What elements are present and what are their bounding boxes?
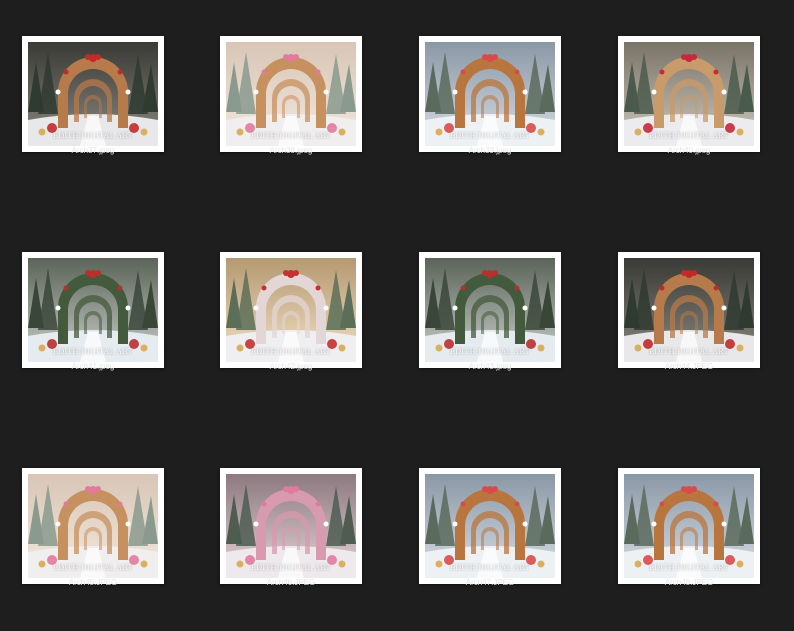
thumbnail-image: EDITH DIGITAL ART <box>425 258 555 362</box>
file-thumbnail[interactable]: EDITH DIGITAL ART <box>22 468 164 584</box>
watermark-text: EDITH DIGITAL ART <box>53 131 133 140</box>
file-item[interactable]: EDITH DIGITAL ART Arch40.jpeg <box>596 0 794 190</box>
file-thumbnail[interactable]: EDITH DIGITAL ART <box>419 468 561 584</box>
file-thumbnail[interactable]: EDITH DIGITAL ART <box>618 468 760 584</box>
file-name-label[interactable]: Arch47.JPEG <box>397 578 583 587</box>
thumbnail-image: EDITH DIGITAL ART <box>28 474 158 578</box>
file-thumbnail[interactable]: EDITH DIGITAL ART <box>220 36 362 152</box>
file-name-label[interactable]: Arch44.JPEG <box>596 362 782 371</box>
file-item[interactable]: EDITH DIGITAL ART Arch38.jpeg <box>198 0 396 190</box>
file-item[interactable]: EDITH DIGITAL ART Arch46.JPEG <box>198 432 396 622</box>
file-item[interactable]: EDITH DIGITAL ART Arch37.jpeg <box>0 0 198 190</box>
file-name-label[interactable]: Arch40.jpeg <box>596 146 782 155</box>
file-thumbnail[interactable]: EDITH DIGITAL ART <box>618 252 760 368</box>
file-name-label[interactable]: Arch45.JPEG <box>0 578 186 587</box>
file-name-label[interactable]: Arch46.JPEG <box>198 578 384 587</box>
file-name-label[interactable]: Arch48.JPEG <box>596 578 782 587</box>
file-thumbnail[interactable]: EDITH DIGITAL ART <box>220 252 362 368</box>
watermark-text: EDITH DIGITAL ART <box>53 563 133 572</box>
watermark-text: EDITH DIGITAL ART <box>53 347 133 356</box>
thumbnail-image: EDITH DIGITAL ART <box>624 258 754 362</box>
thumbnail-image: EDITH DIGITAL ART <box>226 42 356 146</box>
watermark-text: EDITH DIGITAL ART <box>450 347 530 356</box>
thumbnail-image: EDITH DIGITAL ART <box>624 42 754 146</box>
watermark-text: EDITH DIGITAL ART <box>649 131 729 140</box>
watermark-text: EDITH DIGITAL ART <box>649 347 729 356</box>
file-name-label[interactable]: Arch38.jpeg <box>198 146 384 155</box>
file-thumbnail[interactable]: EDITH DIGITAL ART <box>22 36 164 152</box>
file-name-label[interactable]: Arch39.jpeg <box>397 146 583 155</box>
file-name-label[interactable]: Arch41.jpeg <box>0 362 186 371</box>
watermark-text: EDITH DIGITAL ART <box>251 347 331 356</box>
file-item[interactable]: EDITH DIGITAL ART Arch45.JPEG <box>0 432 198 622</box>
watermark-text: EDITH DIGITAL ART <box>450 131 530 140</box>
file-item[interactable]: EDITH DIGITAL ART Arch48.JPEG <box>596 432 794 622</box>
file-item[interactable]: EDITH DIGITAL ART Arch41.jpeg <box>0 216 198 406</box>
file-grid: EDITH DIGITAL ART Arch37.jpeg EDITH DIGIT… <box>0 0 794 631</box>
file-name-label[interactable]: Arch43.jpeg <box>397 362 583 371</box>
thumbnail-image: EDITH DIGITAL ART <box>28 42 158 146</box>
file-thumbnail[interactable]: EDITH DIGITAL ART <box>419 36 561 152</box>
file-name-label[interactable]: Arch37.jpeg <box>0 146 186 155</box>
thumbnail-image: EDITH DIGITAL ART <box>226 258 356 362</box>
file-item[interactable]: EDITH DIGITAL ART Arch44.JPEG <box>596 216 794 406</box>
watermark-text: EDITH DIGITAL ART <box>251 563 331 572</box>
file-thumbnail[interactable]: EDITH DIGITAL ART <box>220 468 362 584</box>
file-thumbnail[interactable]: EDITH DIGITAL ART <box>22 252 164 368</box>
file-item[interactable]: EDITH DIGITAL ART Arch42.jpeg <box>198 216 396 406</box>
watermark-text: EDITH DIGITAL ART <box>649 563 729 572</box>
watermark-text: EDITH DIGITAL ART <box>251 131 331 140</box>
thumbnail-image: EDITH DIGITAL ART <box>425 474 555 578</box>
thumbnail-image: EDITH DIGITAL ART <box>624 474 754 578</box>
file-item[interactable]: EDITH DIGITAL ART Arch47.JPEG <box>397 432 595 622</box>
file-thumbnail[interactable]: EDITH DIGITAL ART <box>618 36 760 152</box>
file-name-label[interactable]: Arch42.jpeg <box>198 362 384 371</box>
file-item[interactable]: EDITH DIGITAL ART Arch39.jpeg <box>397 0 595 190</box>
thumbnail-image: EDITH DIGITAL ART <box>425 42 555 146</box>
file-thumbnail[interactable]: EDITH DIGITAL ART <box>419 252 561 368</box>
file-item[interactable]: EDITH DIGITAL ART Arch43.jpeg <box>397 216 595 406</box>
watermark-text: EDITH DIGITAL ART <box>450 563 530 572</box>
thumbnail-image: EDITH DIGITAL ART <box>28 258 158 362</box>
thumbnail-image: EDITH DIGITAL ART <box>226 474 356 578</box>
